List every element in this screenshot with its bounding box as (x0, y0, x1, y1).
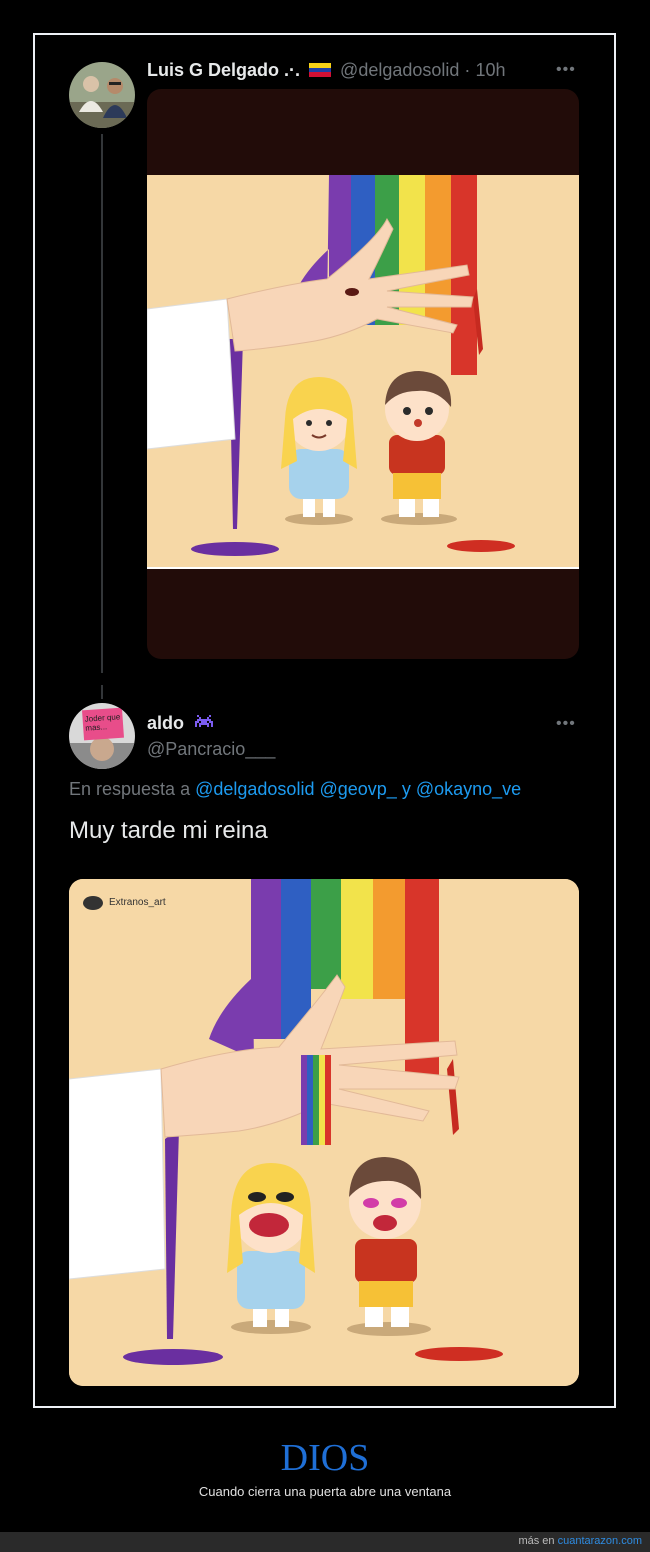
display-name[interactable]: aldo (147, 713, 184, 733)
tweet-2-image[interactable]: Extranos_art (69, 879, 579, 1386)
watermark: Extranos_art (109, 897, 166, 908)
avatar-photo (69, 62, 135, 128)
caption-subtitle: Cuando cierra una puerta abre una ventan… (198, 1484, 452, 1499)
display-name[interactable]: Luis G Delgado .·. (147, 60, 300, 80)
caption-title: DIOS (280, 1437, 370, 1479)
separator: · (464, 60, 471, 80)
footer-prefix: más en (518, 1535, 555, 1547)
tweet-1-image[interactable] (147, 89, 579, 659)
timestamp[interactable]: 10h (475, 60, 505, 80)
avatar-aldo[interactable]: Joder que mas... (69, 703, 135, 769)
rainbow-hand-makeup-illustration (69, 879, 579, 1386)
tweet-1[interactable]: Luis G Delgado .·. @delgadosolid · 10h •… (42, 42, 606, 673)
mention-okayno-ve[interactable]: @okayno_ve (416, 779, 521, 799)
tweet-2-header: aldo (147, 713, 215, 736)
handle[interactable]: @Pancracio___ (147, 739, 275, 760)
thread-line (101, 134, 103, 673)
more-icon[interactable]: ••• (556, 715, 576, 733)
mention-geovp[interactable]: @geovp_ (319, 779, 396, 799)
tweet-2[interactable]: Joder que mas... aldo @Pancracio___ ••• … (42, 685, 606, 1401)
avatar-luis[interactable] (69, 62, 135, 128)
more-icon[interactable]: ••• (556, 61, 576, 79)
avatar-sign-text: Joder que mas... (84, 712, 121, 733)
thread-line (101, 685, 103, 699)
venezuela-flag-icon (309, 61, 332, 77)
space-invader-icon (193, 715, 215, 736)
rainbow-hand-illustration (147, 175, 579, 569)
footer-site-link[interactable]: cuantarazon.com (558, 1535, 642, 1547)
tweet-body: Muy tarde mi reina (69, 817, 268, 844)
reply-context: En respuesta a @delgadosolid @geovp_ y @… (69, 779, 521, 800)
handle[interactable]: @delgadosolid (340, 60, 459, 80)
reply-connector: y (401, 779, 411, 799)
footer-bar: más en cuantarazon.com (0, 1532, 650, 1552)
mention-delgadosolid[interactable]: @delgadosolid (195, 779, 314, 799)
footer-text: más en cuantarazon.com (518, 1535, 642, 1547)
tweet-1-header: Luis G Delgado .·. @delgadosolid · 10h (147, 60, 505, 81)
reply-prefix: En respuesta a (69, 779, 191, 799)
